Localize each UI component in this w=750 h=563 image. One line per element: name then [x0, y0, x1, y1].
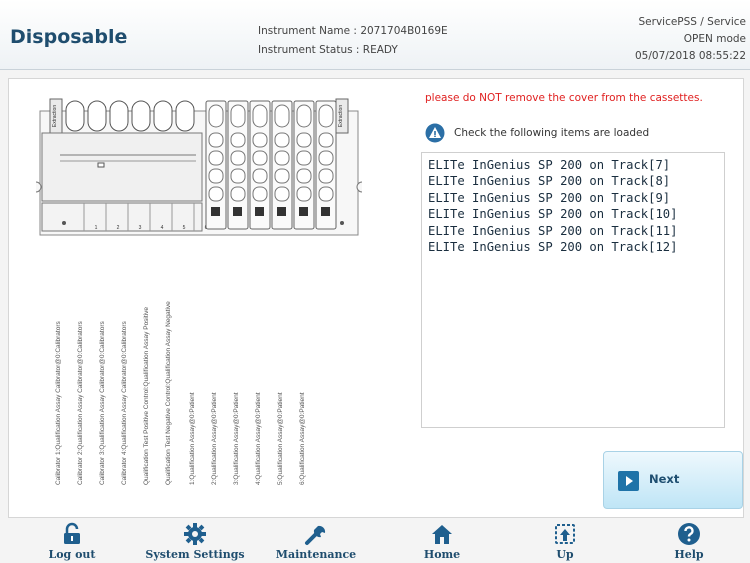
track-label: Calibrator 3:Qualification Assay Calibra…	[99, 321, 106, 485]
cassette-rack-diagram: Extraction Extraction 1 2 3 4 5 6	[36, 98, 362, 236]
track-label: 6:Qualification Assay@0:Patient	[299, 392, 306, 485]
list-item: ELITe InGenius SP 200 on Track[9]	[428, 190, 671, 205]
home-icon	[432, 525, 452, 544]
instrument-info: Instrument Name : 2071704B0169E Instrume…	[258, 22, 448, 60]
track-label: 2:Qualification Assay@0:Patient	[211, 392, 218, 485]
system-settings-button[interactable]: System Settings	[140, 518, 250, 563]
rack-slot-number-2: 2	[117, 225, 120, 231]
track-label: 5:Qualification Assay@0:Patient	[277, 392, 284, 485]
cover-warning-text: please do NOT remove the cover from the …	[425, 92, 703, 104]
track-labels: Calibrator 1:Qualification Assay Calibra…	[48, 245, 348, 485]
instrument-name: 2071704B0169E	[360, 25, 448, 37]
track-label: Qualification Test Positive Control:Qual…	[143, 307, 150, 485]
track-label: Calibrator 4:Qualification Assay Calibra…	[121, 321, 128, 485]
next-arrow-icon	[618, 471, 639, 491]
track-label: 4:Qualification Assay@0:Patient	[255, 392, 262, 485]
list-item: ELITe InGenius SP 200 on Track[12]	[428, 240, 678, 255]
home-button[interactable]: Home	[387, 518, 497, 563]
rack-slot-number-3: 3	[139, 225, 142, 231]
up-button[interactable]: Up	[510, 518, 620, 563]
instrument-status: READY	[362, 44, 398, 56]
unlock-icon	[64, 522, 80, 544]
logout-button[interactable]: Log out	[17, 518, 127, 563]
date-time: 05/07/2018 08:55:22	[634, 50, 746, 62]
track-label: Calibrator 2:Qualification Assay Calibra…	[77, 321, 84, 485]
maintenance-label: Maintenance	[275, 548, 357, 561]
rack-right-end-label: Extraction	[338, 105, 344, 127]
mode-indicator: OPEN mode	[683, 33, 746, 45]
rack-slot-number-4: 4	[161, 225, 164, 231]
help-label: Help	[674, 548, 704, 561]
list-item: ELITe InGenius SP 200 on Track[7]	[428, 158, 671, 172]
header-bar: Disposable Instrument Name : 2071704B016…	[0, 0, 750, 70]
logout-label: Log out	[48, 548, 96, 561]
list-item: ELITe InGenius SP 200 on Track[10]	[428, 207, 678, 222]
instrument-status-label: Instrument Status :	[258, 44, 360, 56]
help-button[interactable]: Help	[634, 518, 744, 563]
check-items-text: Check the following items are loaded	[454, 127, 650, 139]
rack-left-end-label: Extraction	[52, 105, 58, 127]
list-item: ELITe InGenius SP 200 on Track[11]	[428, 223, 678, 238]
footer-toolbar: Log out System Settings Maintenance Home…	[0, 518, 750, 563]
home-label: Home	[423, 548, 461, 561]
track-label: Calibrator 1:Qualification Assay Calibra…	[55, 321, 62, 485]
rack-slot-number-5: 5	[183, 225, 186, 231]
warning-icon	[425, 123, 445, 143]
help-icon	[678, 523, 700, 545]
track-label: Qualification Test Negative Control:Qual…	[165, 301, 172, 485]
user-info: ServicePSS / Service OPEN mode 05/07/201…	[635, 14, 746, 65]
track-label: 1:Qualification Assay@0:Patient	[189, 392, 196, 485]
instrument-name-label: Instrument Name :	[258, 25, 357, 37]
loaded-items-list[interactable]: ELITe InGenius SP 200 on Track[7] ELITe …	[421, 152, 725, 428]
page-title: Disposable	[10, 26, 128, 48]
wrench-icon	[305, 525, 326, 545]
up-label: Up	[556, 548, 574, 561]
rack-slot-number-1: 1	[95, 225, 98, 231]
check-items-header: Check the following items are loaded	[424, 121, 649, 145]
system-settings-label: System Settings	[145, 548, 245, 561]
next-button[interactable]: Next	[603, 451, 743, 509]
next-button-label: Next	[649, 472, 680, 486]
gear-icon	[184, 523, 206, 545]
list-item: ELITe InGenius SP 200 on Track[8]	[428, 174, 671, 189]
maintenance-button[interactable]: Maintenance	[261, 518, 371, 563]
user-name: ServicePSS / Service	[638, 16, 747, 28]
up-icon	[555, 524, 575, 544]
track-label: 3:Qualification Assay@0:Patient	[233, 392, 240, 485]
